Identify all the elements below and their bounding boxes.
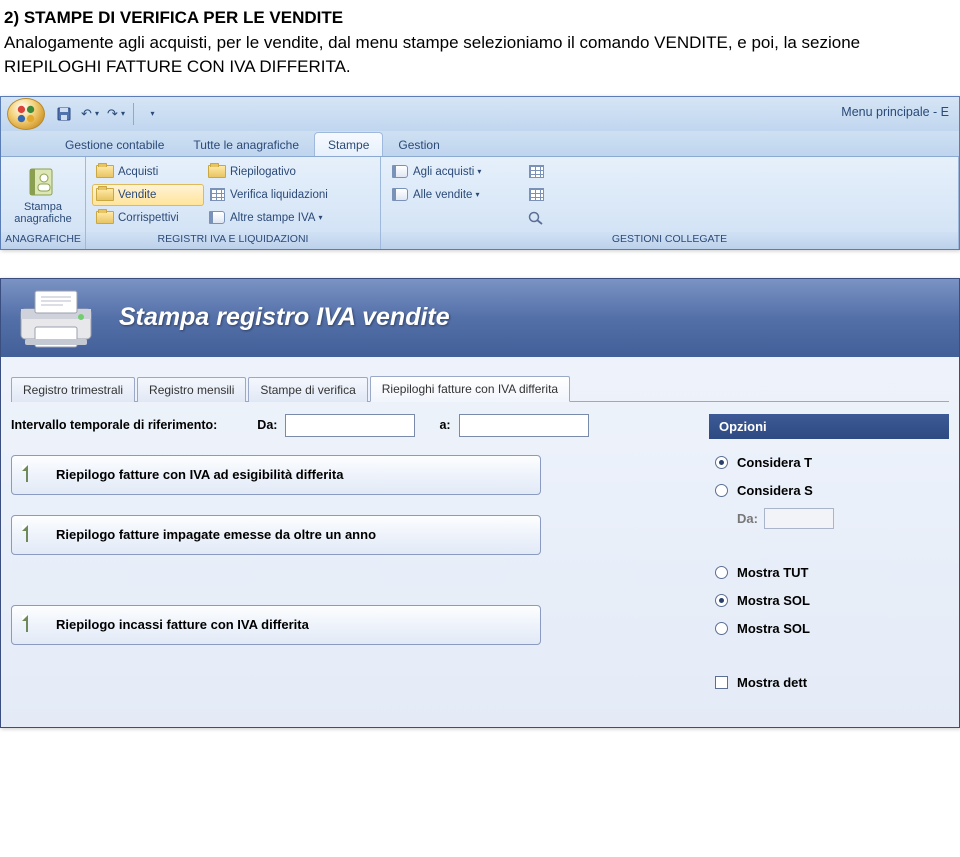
radio-mostra-tut[interactable]: Mostra TUT: [715, 559, 943, 587]
qat-save-button[interactable]: [53, 103, 75, 125]
window-title: Menu principale - E: [841, 105, 949, 119]
group-label: ANAGRAFICHE: [1, 232, 85, 249]
date-to-input[interactable]: [459, 414, 589, 437]
tab-gestion[interactable]: Gestion: [384, 132, 453, 156]
tab-stampe[interactable]: Stampe: [314, 132, 383, 156]
sub-da-row: Da:: [715, 505, 943, 533]
a-label: a:: [439, 418, 450, 432]
sub-da-input[interactable]: [764, 508, 834, 529]
radio-icon: [715, 456, 728, 469]
riepilogo-impagate-button[interactable]: Riepilogo fatture impagate emesse da olt…: [11, 515, 541, 555]
office-logo-icon: [15, 103, 37, 125]
office-button[interactable]: [7, 98, 45, 130]
qat-undo-button[interactable]: ↶▾: [79, 103, 101, 125]
chevron-down-icon: ▾: [121, 109, 125, 118]
label-line1: Stampa: [24, 201, 62, 213]
folder-icon: [96, 211, 114, 224]
alle-vendite-button[interactable]: Alle vendite▾: [387, 184, 523, 206]
options-header: Opzioni: [709, 414, 949, 439]
chevron-down-icon: ▾: [318, 213, 322, 222]
separator: [133, 103, 134, 125]
save-icon: [57, 107, 71, 121]
group-label: GESTIONI COLLEGATE: [381, 232, 958, 249]
folder-icon: [96, 188, 114, 201]
chevron-down-icon: ▾: [150, 109, 154, 118]
subtab-verifica[interactable]: Stampe di verifica: [248, 377, 367, 402]
grid-icon: [529, 188, 544, 201]
folder-icon: [96, 165, 114, 178]
riepilogo-esigibilita-button[interactable]: Riepilogo fatture con IVA ad esigibilità…: [11, 455, 541, 495]
vendite-button[interactable]: Vendite: [92, 184, 204, 206]
group-registri-iva: Acquisti Vendite Corrispettivi Riepiloga…: [86, 157, 381, 249]
interval-row: Intervallo temporale di riferimento: Da:…: [11, 414, 691, 437]
tab-gestione-contabile[interactable]: Gestione contabile: [51, 132, 178, 156]
radio-icon: [715, 566, 728, 579]
date-from-input[interactable]: [285, 414, 415, 437]
address-book-icon: [26, 165, 60, 199]
tab-anagrafiche[interactable]: Tutte le anagrafiche: [179, 132, 313, 156]
da-label: Da:: [257, 418, 277, 432]
sub-tabstrip: Registro trimestrali Registro mensili St…: [11, 375, 949, 402]
misc-button-3[interactable]: [523, 207, 559, 229]
qat-customize-button[interactable]: ▾: [140, 103, 162, 125]
group-gestioni-collegate: Agli acquisti▾ Alle vendite▾ GESTIONI CO…: [381, 157, 959, 249]
riepilogo-incassi-button[interactable]: Riepilogo incassi fatture con IVA differ…: [11, 605, 541, 645]
misc-button-1[interactable]: [523, 161, 559, 183]
ribbon-tabstrip: Gestione contabile Tutte le anagrafiche …: [1, 131, 959, 157]
dialog-body: Registro trimestrali Registro mensili St…: [1, 357, 959, 727]
sheet-icon: [26, 465, 28, 482]
dialog-window: Stampa registro IVA vendite Registro tri…: [0, 278, 960, 728]
doc-paragraph: Analogamente agli acquisti, per le vendi…: [4, 33, 860, 77]
label-line2: anagrafiche: [14, 213, 72, 225]
acquisti-button[interactable]: Acquisti: [92, 161, 204, 183]
qat-redo-button[interactable]: ↷▾: [105, 103, 127, 125]
riepilogativo-button[interactable]: Riepilogativo: [204, 161, 374, 183]
chevron-down-icon: ▾: [477, 167, 481, 176]
agli-acquisti-button[interactable]: Agli acquisti▾: [387, 161, 523, 183]
folder-icon: [208, 165, 226, 178]
radio-icon: [715, 594, 728, 607]
corrispettivi-button[interactable]: Corrispettivi: [92, 207, 204, 229]
subtab-mensili[interactable]: Registro mensili: [137, 377, 246, 402]
stampa-anagrafiche-button[interactable]: Stampa anagrafiche: [7, 161, 79, 230]
book-icon: [209, 211, 225, 224]
subtab-trimestrali[interactable]: Registro trimestrali: [11, 377, 135, 402]
altre-stampe-iva-button[interactable]: Altre stampe IVA▾: [204, 207, 374, 229]
radio-considera-t[interactable]: Considera T: [715, 449, 943, 477]
dialog-header: Stampa registro IVA vendite: [1, 279, 959, 357]
checkbox-icon: [715, 676, 728, 689]
printer-icon: [13, 287, 103, 349]
ribbon-body: Stampa anagrafiche ANAGRAFICHE Acquisti …: [1, 157, 959, 249]
grid-icon: [529, 165, 544, 178]
group-label: REGISTRI IVA E LIQUIDAZIONI: [86, 232, 380, 249]
misc-button-2[interactable]: [523, 184, 559, 206]
radio-icon: [715, 484, 728, 497]
ribbon-window: ↶▾ ↷▾ ▾ Menu principale - E Gestione con…: [0, 96, 960, 250]
table-icon: [210, 188, 225, 201]
book-icon: [392, 165, 408, 178]
subtab-riepiloghi[interactable]: Riepiloghi fatture con IVA differita: [370, 376, 570, 402]
radio-considera-s[interactable]: Considera S: [715, 477, 943, 505]
radio-mostra-sol-1[interactable]: Mostra SOL: [715, 587, 943, 615]
check-mostra-dett[interactable]: Mostra dett: [715, 669, 943, 697]
options-panel: Opzioni Considera T Considera S Da: Most…: [709, 414, 949, 697]
book-icon: [392, 188, 408, 201]
sheet-icon: [26, 525, 28, 542]
radio-mostra-sol-2[interactable]: Mostra SOL: [715, 615, 943, 643]
magnifier-icon: [528, 211, 544, 225]
group-anagrafiche: Stampa anagrafiche ANAGRAFICHE: [1, 157, 86, 249]
chevron-down-icon: ▾: [475, 190, 479, 199]
sheet-icon: [26, 615, 28, 632]
dialog-title: Stampa registro IVA vendite: [119, 303, 450, 332]
document-text: 2) STAMPE DI VERIFICA PER LE VENDITE Ana…: [0, 0, 960, 90]
quick-access-toolbar: ↶▾ ↷▾ ▾ Menu principale - E: [1, 97, 959, 131]
verifica-liquidazioni-button[interactable]: Verifica liquidazioni: [204, 184, 374, 206]
interval-label: Intervallo temporale di riferimento:: [11, 418, 217, 432]
chevron-down-icon: ▾: [95, 109, 99, 118]
doc-heading: 2) STAMPE DI VERIFICA PER LE VENDITE: [4, 8, 343, 27]
radio-icon: [715, 622, 728, 635]
